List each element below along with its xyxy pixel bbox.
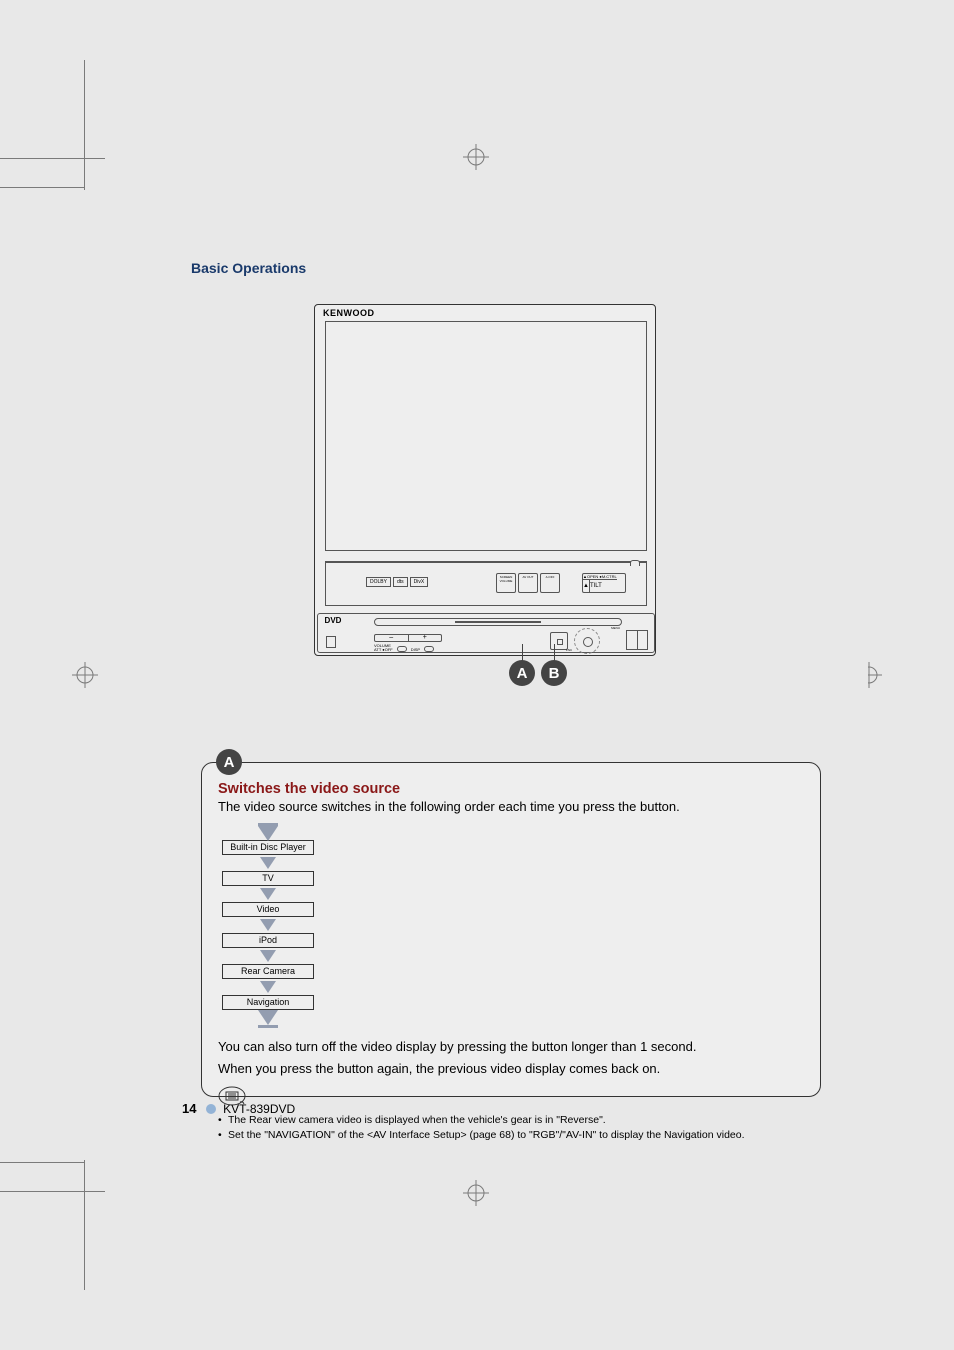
model-number: KVT-839DVD <box>223 1102 295 1116</box>
side-buttons <box>626 630 648 650</box>
open-mctrl-button: ▲OPEN ●M.CTRL ▲TILT <box>582 573 626 593</box>
box-tag-icon: A <box>216 749 242 775</box>
flow-node: Rear Camera <box>222 964 314 979</box>
flow-node: Navigation <box>222 995 314 1010</box>
product-illustration: KENWOOD DOLBYdtsDivX SCREEN VOLUME AV OU… <box>314 304 656 656</box>
paragraph: When you press the button again, the pre… <box>218 1060 804 1078</box>
flow-node: iPod <box>222 933 314 948</box>
avout-button: AV OUT <box>518 573 538 593</box>
registration-mark-icon <box>463 144 489 170</box>
note-item: The Rear view camera video is displayed … <box>218 1113 804 1128</box>
page-footer: 14 KVT-839DVD <box>182 1101 295 1116</box>
base-panel: DVD –+ VOLUME ATT ●OFF DISP FNC MENU <box>317 613 655 653</box>
display-screen <box>325 321 647 551</box>
registration-mark-icon <box>463 1180 489 1206</box>
dvd-logo-icon: DVD <box>324 616 342 634</box>
note-list: The Rear view camera video is displayed … <box>218 1113 804 1142</box>
page-number: 14 <box>182 1101 196 1116</box>
paragraph: You can also turn off the video display … <box>218 1038 804 1056</box>
note-item: Set the "NAVIGATION" of the <AV Interfac… <box>218 1128 804 1143</box>
footer-dot-icon <box>206 1104 216 1114</box>
disc-slot <box>374 618 622 626</box>
aoff-button: A.OFF <box>540 573 560 593</box>
instruction-box: A Switches the video source The video so… <box>201 762 821 1097</box>
callout-a-icon: A <box>509 660 535 686</box>
eject-button <box>326 636 336 648</box>
screen-volume-button: SCREEN VOLUME <box>496 573 516 593</box>
flow-node: Video <box>222 902 314 917</box>
dpad-control <box>574 628 600 654</box>
source-flow-diagram: Built-in Disc Player TV Video iPod Rear … <box>222 824 314 1028</box>
registration-mark-icon <box>72 662 98 688</box>
att-disp-buttons: ATT ●OFF DISP <box>374 646 434 652</box>
page-sheet: Basic Operations KENWOOD DOLBYdtsDivX SC… <box>108 190 868 1150</box>
flow-node: TV <box>222 871 314 886</box>
flow-node: Built-in Disc Player <box>222 840 314 855</box>
brand-text: KENWOOD <box>323 308 375 318</box>
note-icon <box>218 1086 804 1109</box>
section-header: Basic Operations <box>191 260 306 276</box>
box-lead: The video source switches in the followi… <box>218 799 804 814</box>
control-panel: DOLBYdtsDivX SCREEN VOLUME AV OUT A.OFF … <box>325 561 647 606</box>
callout-b-icon: B <box>541 660 567 686</box>
box-title: Switches the video source <box>218 781 804 797</box>
